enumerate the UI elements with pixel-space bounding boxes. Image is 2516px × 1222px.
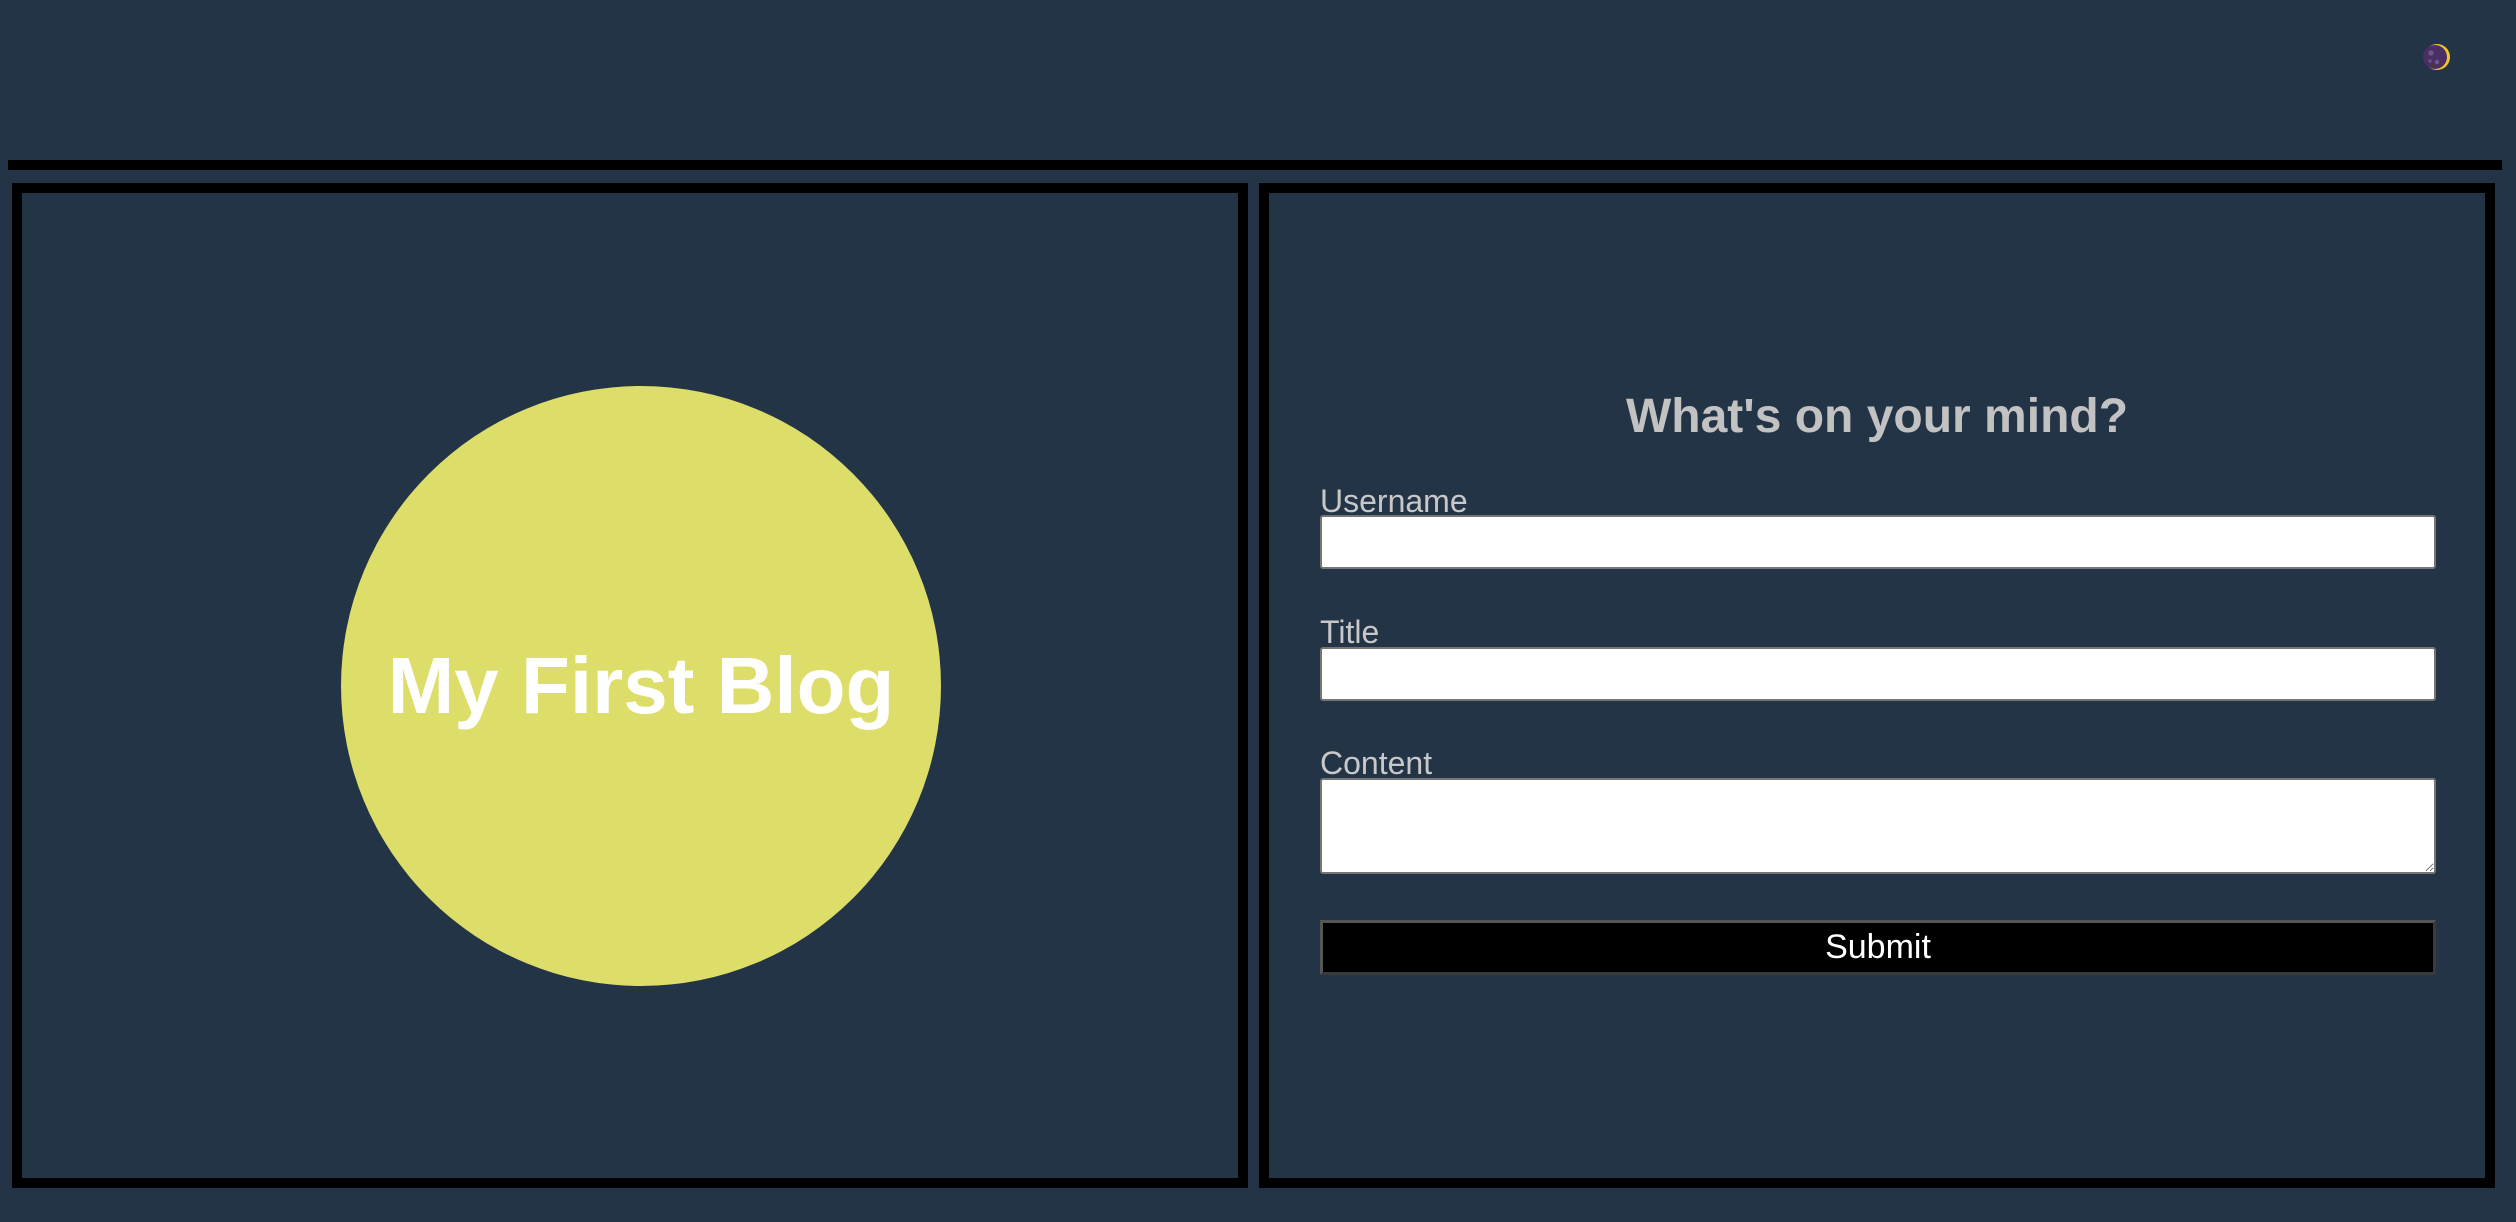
title-label: Title [1320,614,1380,650]
post-form-panel: What's on your mind? Username Title Cont… [1259,183,2495,1188]
theme-toggle-button[interactable] [2422,40,2456,74]
site-header [0,0,2516,160]
title-input[interactable] [1320,647,2436,701]
content-label: Content [1320,745,1433,781]
moon-icon [2423,44,2450,70]
header-divider [8,160,2502,170]
username-input[interactable] [1320,515,2436,569]
hero-circle: My First Blog [341,386,941,986]
content-textarea[interactable] [1320,778,2436,874]
submit-button[interactable]: Submit [1320,920,2436,975]
blog-title: My First Blog [387,641,895,730]
form-heading: What's on your mind? [1625,390,2129,443]
hero-panel: My First Blog [12,183,1248,1188]
